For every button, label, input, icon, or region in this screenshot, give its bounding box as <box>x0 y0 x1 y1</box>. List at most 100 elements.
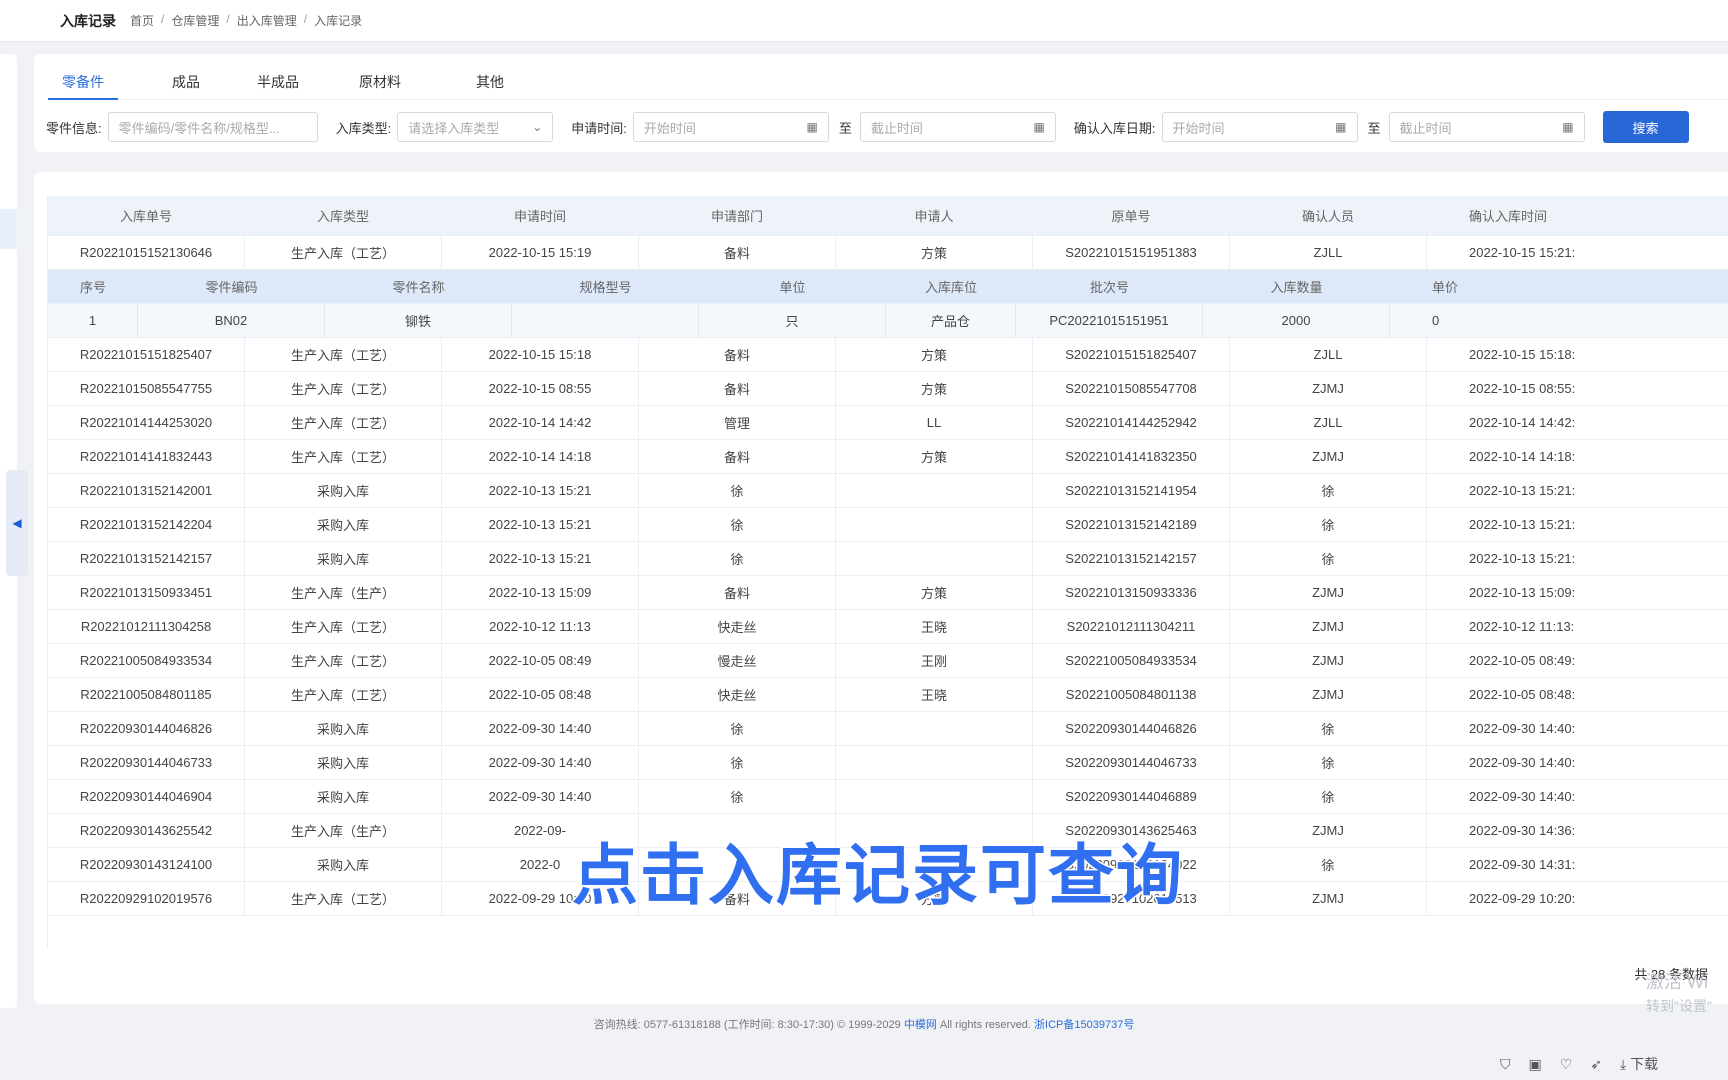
table-cell: 徐 <box>1230 508 1427 541</box>
chevron-down-icon: ⌄ <box>532 120 543 134</box>
table-cell: 2022-10-05 08:49: <box>1469 653 1576 668</box>
table-cell: 2022-10-15 15:18 <box>442 338 639 371</box>
table-cell: 2022-10-13 15:09 <box>442 576 639 609</box>
table-cell: S20221015151951383 <box>1033 236 1230 269</box>
breadcrumb-home[interactable]: 首页 <box>130 12 154 29</box>
detail-table-cell: 0 <box>1390 304 1728 337</box>
table-cell: ZJLL <box>1230 338 1427 371</box>
table-cell: R20221013150933451 <box>48 576 245 609</box>
tab-raw-material[interactable]: 原材料 <box>352 60 408 100</box>
footer-brand-link[interactable]: 中模网 <box>904 1019 937 1031</box>
table-cell: 2022-09-30 14:40 <box>442 712 639 745</box>
table-cell: 采购入库 <box>245 474 442 507</box>
shield-icon[interactable]: ⛉ <box>1500 1056 1511 1073</box>
video-subtitle: 点击入库记录可查询 <box>571 837 1184 914</box>
detail-column-header-cell: 单位 <box>779 280 806 295</box>
table-cell: R20220930144046733 <box>48 746 245 779</box>
table-cell: 2022-10-13 15:21 <box>442 474 639 507</box>
calendar-icon: ▦ <box>1335 120 1347 134</box>
table-header: 入库单号 入库类型 申请时间 申请部门 申请人 原单号 确认人员 确认入库时间 <box>48 196 1728 236</box>
table-cell: 备料 <box>639 236 836 269</box>
tab-spare-parts[interactable]: 零备件 <box>48 60 118 100</box>
category-tabs: 零备件 成品 半成品 原材料 其他 <box>48 60 1728 100</box>
table-cell: 2022-10-15 08:55: <box>1469 381 1576 396</box>
tab-finished[interactable]: 成品 <box>158 60 214 100</box>
column-header-cell: 申请时间 <box>442 196 639 235</box>
table-cell: LL <box>836 406 1033 439</box>
table-cell: 生产入库（工艺） <box>245 372 442 405</box>
table-row[interactable]: R20221014144253020 生产入库（工艺） 2022-10-14 14:… <box>48 406 1728 440</box>
table-cell: 徐 <box>639 542 836 575</box>
sidebar-selected-item[interactable] <box>0 209 17 249</box>
table-cell: 徐 <box>1230 746 1427 779</box>
table-row[interactable]: R20221005084933534 生产入库（工艺） 2022-10-05 08:… <box>48 644 1728 678</box>
confirm-start-date-input[interactable]: 开始时间 ▦ <box>1161 112 1358 142</box>
table-row[interactable]: R20220930144046826 采购入库 2022-09-30 14:40 徐 S… <box>48 712 1728 746</box>
table-cell: S20221013152142157 <box>1033 542 1230 575</box>
table-row[interactable]: R20220930144046904 采购入库 2022-09-30 14:40 徐 S… <box>48 780 1728 814</box>
watermark-line2: 转到"设置" <box>1646 998 1712 1014</box>
breadcrumb-separator: / <box>161 12 165 26</box>
table-cell: R20221015085547755 <box>48 372 245 405</box>
table-cell: 采购入库 <box>245 712 442 745</box>
table-cell: 2022-10-13 15:21: <box>1469 483 1576 498</box>
calendar-icon: ▦ <box>1033 120 1045 134</box>
rocket-icon[interactable]: ➶ <box>1590 1056 1602 1073</box>
table-row[interactable]: R20221013152142157 采购入库 2022-10-13 15:21 徐 S… <box>48 542 1728 576</box>
apply-end-date-input[interactable]: 截止时间 ▦ <box>859 112 1056 142</box>
table-row[interactable]: R20221012111304258 生产入库（工艺） 2022-10-12 11:… <box>48 610 1728 644</box>
apply-start-date-input[interactable]: 开始时间 ▦ <box>632 112 829 142</box>
table-row[interactable]: R20221013152142204 采购入库 2022-10-13 15:21 徐 S… <box>48 508 1728 542</box>
table-cell: S20221014141832350 <box>1033 440 1230 473</box>
detail-column-header-cell: 入库数量 <box>1270 280 1323 295</box>
table-cell: ZJLL <box>1230 406 1427 439</box>
table-row[interactable]: R20221015151825407 生产入库（工艺） 2022-10-15 15:… <box>48 338 1728 372</box>
table-cell: ZJLL <box>1230 236 1427 269</box>
table-cell: 2022-10-14 14:18 <box>442 440 639 473</box>
table-row[interactable]: R20220930144046733 采购入库 2022-09-30 14:40 徐 S… <box>48 746 1728 780</box>
table-cell: 王晓 <box>836 610 1033 643</box>
detail-column-header-cell: 规格型号 <box>579 280 632 295</box>
table-cell: 备料 <box>639 338 836 371</box>
table-cell: 采购入库 <box>245 508 442 541</box>
sidebar-toggle-button[interactable]: ◀ <box>6 470 28 576</box>
table-row[interactable]: R20221014141832443 生产入库（工艺） 2022-10-14 14:… <box>48 440 1728 474</box>
table-cell <box>836 474 1033 507</box>
column-header-cell: 确认入库时间 <box>1469 209 1548 224</box>
table-cell: 徐 <box>1230 848 1427 881</box>
table-cell: S20221013150933336 <box>1033 576 1230 609</box>
table-cell: R20221012111304258 <box>48 610 245 643</box>
breadcrumb-separator: / <box>303 12 308 26</box>
confirm-end-date-input[interactable]: 截止时间 ▦ <box>1388 112 1585 142</box>
table-row[interactable]: R20221013150933451 生产入库（生产） 2022-10-13 15:… <box>48 576 1728 610</box>
breadcrumb-warehouse[interactable]: 仓库管理 <box>171 12 219 29</box>
table-cell: 快走丝 <box>639 678 836 711</box>
tab-semi-finished[interactable]: 半成品 <box>250 60 306 100</box>
footer-icp-link[interactable]: 浙ICP备15039737号 <box>1034 1019 1134 1031</box>
table-cell: 徐 <box>639 508 836 541</box>
breadcrumb-inout[interactable]: 出入库管理 <box>237 12 297 29</box>
confirm-date-label: 确认入库日期: <box>1073 120 1156 136</box>
inbound-type-select[interactable]: 请选择入库类型 ⌄ <box>397 112 554 142</box>
table-cell: R20221013152142157 <box>48 542 245 575</box>
image-icon[interactable]: ▣ <box>1529 1056 1542 1073</box>
watermark-line1: 激活 Wi <box>1646 972 1708 992</box>
search-button[interactable]: 搜索 <box>1602 111 1689 143</box>
table-cell: ZJMJ <box>1230 372 1427 405</box>
table-cell: S20221014144252942 <box>1033 406 1230 439</box>
table-cell: S20220930144046889 <box>1033 780 1230 813</box>
table-cell: R20220930143124100 <box>48 848 245 881</box>
detail-table-cell: PC20221015151951 <box>1016 304 1203 337</box>
table-cell: 2022-09-30 14:40 <box>442 746 639 779</box>
table-cell: 徐 <box>1230 542 1427 575</box>
table-row-expanded[interactable]: R20221015152130646 生产入库（工艺） 2022-10-15 15:… <box>48 236 1728 270</box>
table-cell: 2022-10-13 15:21: <box>1469 517 1576 532</box>
part-info-input[interactable]: 零件编码/零件名称/规格型... <box>107 112 318 142</box>
heart-icon[interactable]: ♡ <box>1560 1056 1573 1073</box>
table-cell: R20220929102019576 <box>48 882 245 915</box>
table-row[interactable]: R20221005084801185 生产入库（工艺） 2022-10-05 08:… <box>48 678 1728 712</box>
table-row[interactable]: R20221013152142001 采购入库 2022-10-13 15:21 徐 S… <box>48 474 1728 508</box>
table-row[interactable]: R20221015085547755 生产入库（工艺） 2022-10-15 08:… <box>48 372 1728 406</box>
download-button[interactable]: ⤓ 下载 <box>1620 1054 1658 1074</box>
tab-other[interactable]: 其他 <box>462 60 518 100</box>
